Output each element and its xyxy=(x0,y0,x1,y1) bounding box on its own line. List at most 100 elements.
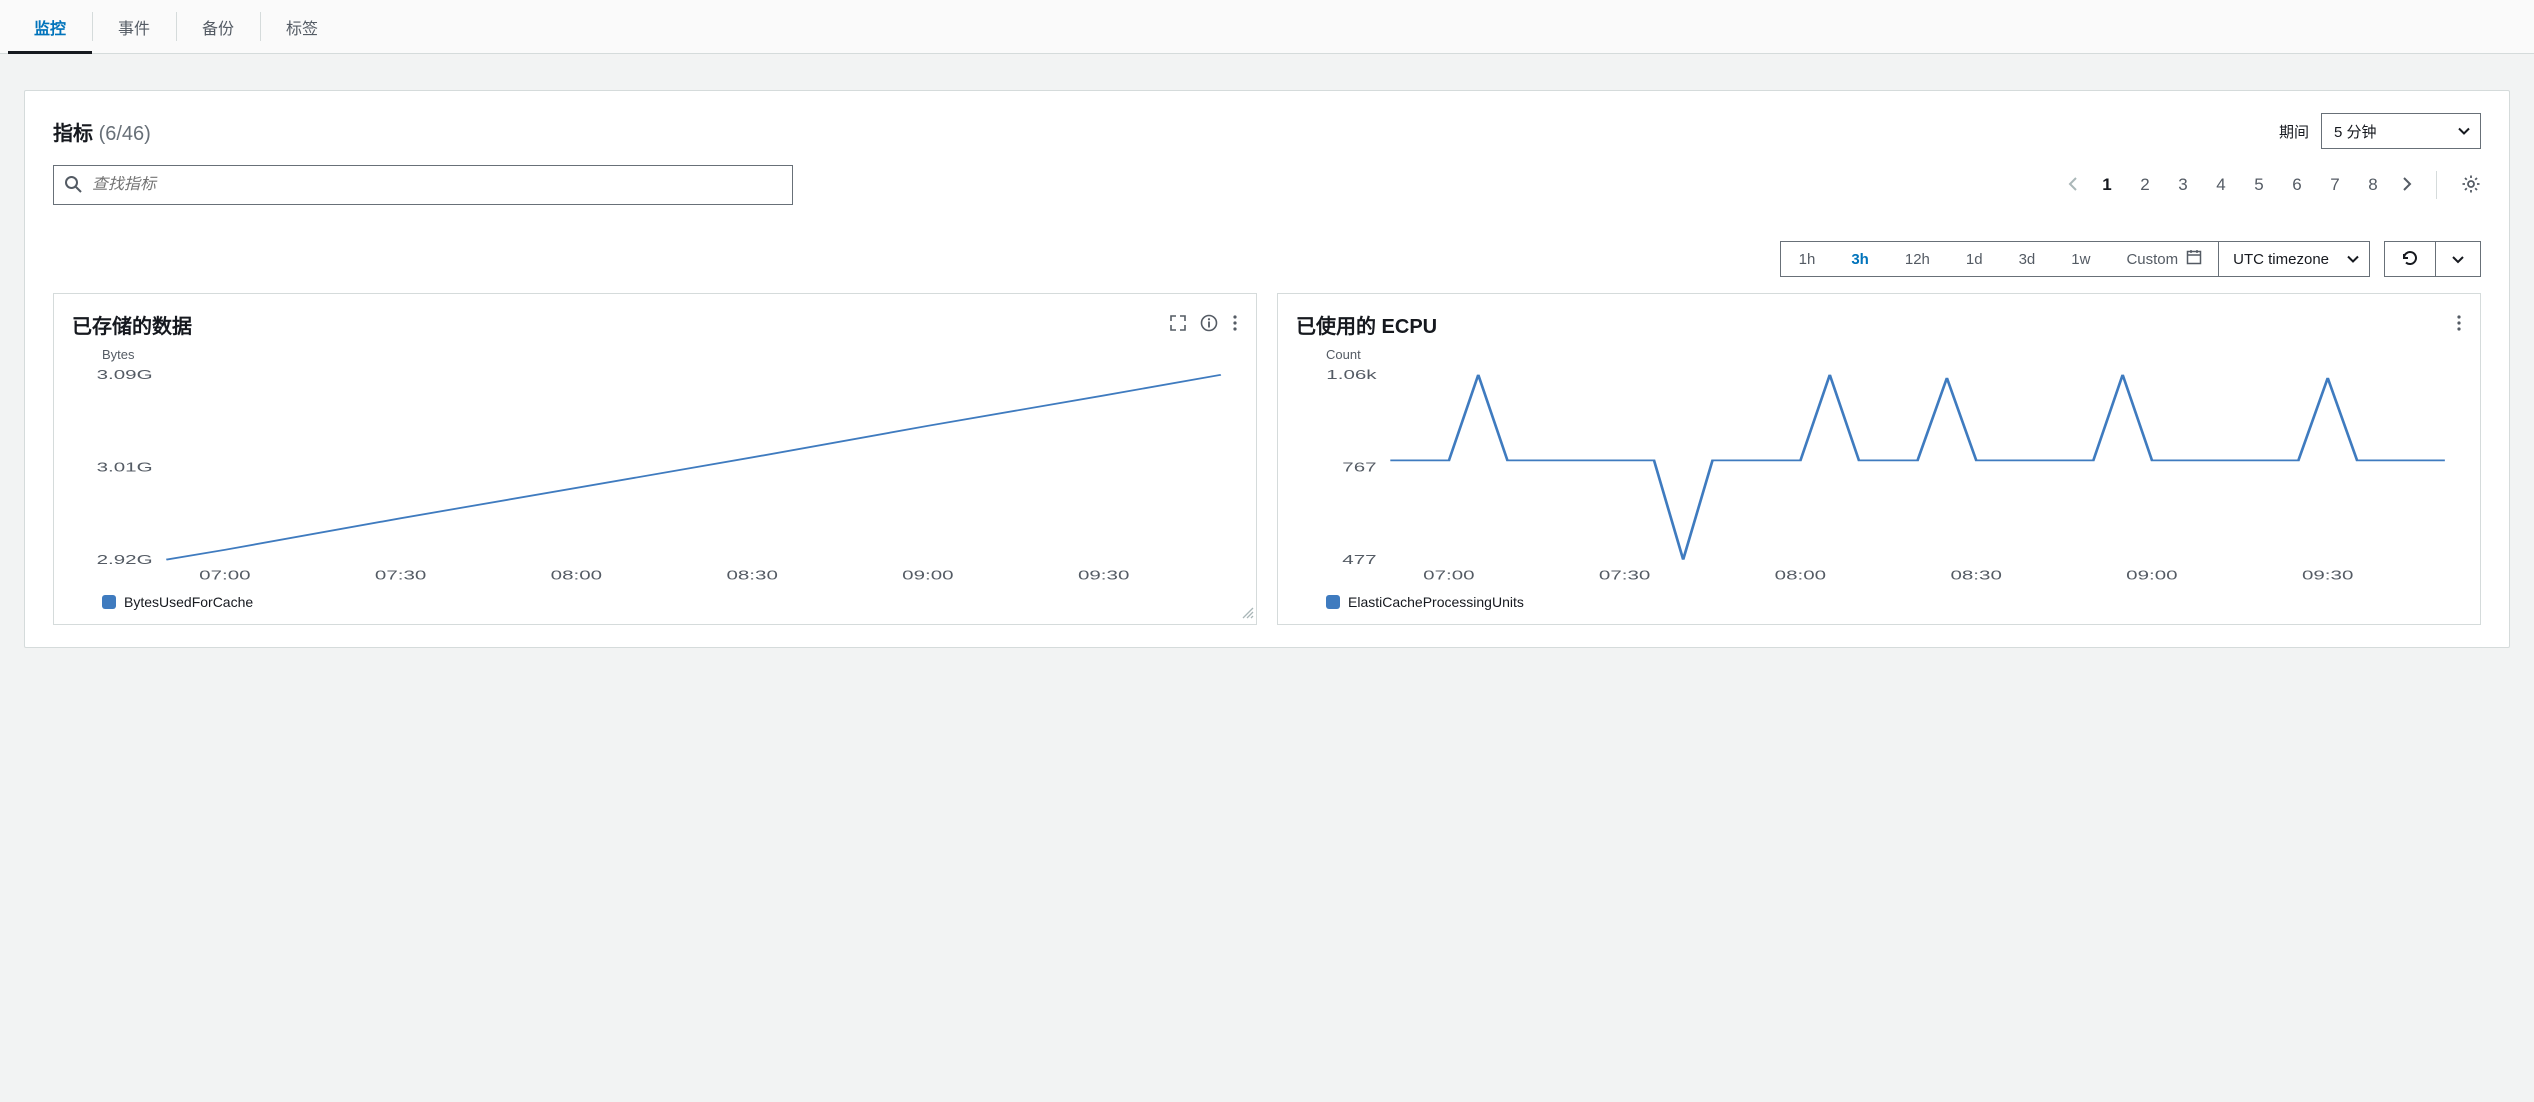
charts-grid: 已存储的数据 Bytes 2.92G 3.01G 3.09G 07:00 07:30 08… xyxy=(25,287,2509,647)
metrics-panel: 指标 (6/46) 期间 5 分钟 1 2 3 xyxy=(24,90,2510,648)
legend-label: BytesUsedForCache xyxy=(124,594,253,610)
caret-down-icon xyxy=(2452,251,2464,267)
period-select[interactable]: 5 分钟 xyxy=(2321,113,2481,149)
svg-text:09:00: 09:00 xyxy=(902,567,953,582)
chart-ylabel: Count xyxy=(1326,347,2462,362)
page-prev-icon[interactable] xyxy=(2068,176,2078,195)
panel-title-text: 指标 xyxy=(53,123,93,145)
search-box[interactable] xyxy=(53,165,793,205)
page-number[interactable]: 5 xyxy=(2250,175,2268,195)
svg-text:08:30: 08:30 xyxy=(1950,567,2001,582)
period-selector-wrap: 期间 5 分钟 xyxy=(2279,113,2481,149)
range-label: 3h xyxy=(1851,251,1869,268)
page-next-icon[interactable] xyxy=(2402,176,2412,195)
refresh-options-button[interactable] xyxy=(2436,241,2481,277)
page-number[interactable]: 7 xyxy=(2326,175,2344,195)
range-custom-label: Custom xyxy=(2126,251,2178,268)
svg-text:07:30: 07:30 xyxy=(375,567,426,582)
chart-title: 已使用的 ECPU xyxy=(1296,310,1437,339)
range-custom[interactable]: Custom xyxy=(2108,242,2218,276)
search-and-pager-row: 1 2 3 4 5 6 7 8 xyxy=(25,165,2509,223)
chart-canvas: 477 767 1.06k 07:00 07:30 08:00 08:30 09:00 09:3… xyxy=(1296,366,2462,586)
tab-label: 监控 xyxy=(34,15,66,39)
chart-canvas: 2.92G3.01G3.09G07:0007:3008:0008:3009:00… xyxy=(72,366,1238,586)
tab-tags[interactable]: 标签 xyxy=(260,0,344,53)
range-1d[interactable]: 1d xyxy=(1948,242,2001,276)
more-vert-icon[interactable] xyxy=(2456,314,2462,335)
page-number[interactable]: 2 xyxy=(2136,175,2154,195)
chart-legend: BytesUsedForCache xyxy=(102,594,1238,610)
page-number[interactable]: 6 xyxy=(2288,175,2306,195)
tab-monitoring[interactable]: 监控 xyxy=(8,0,92,53)
svg-text:767: 767 xyxy=(1342,459,1376,474)
range-3d[interactable]: 3d xyxy=(2001,242,2054,276)
chart-ylabel: Bytes xyxy=(102,347,1238,362)
resize-handle-icon[interactable] xyxy=(1241,605,1253,621)
range-1w[interactable]: 1w xyxy=(2053,242,2108,276)
svg-text:3.09G: 3.09G xyxy=(97,367,153,382)
svg-text:09:30: 09:30 xyxy=(2302,567,2353,582)
tabs-bar: 监控 事件 备份 标签 xyxy=(0,0,2534,54)
more-vert-icon[interactable] xyxy=(1232,314,1238,335)
refresh-button[interactable] xyxy=(2384,241,2436,277)
svg-text:07:00: 07:00 xyxy=(1423,567,1474,582)
tab-label: 事件 xyxy=(118,15,150,39)
caret-down-icon xyxy=(2458,123,2470,140)
svg-text:08:00: 08:00 xyxy=(551,567,602,582)
page-number[interactable]: 8 xyxy=(2364,175,2382,195)
chart-header: 已存储的数据 xyxy=(72,310,1238,339)
range-label: 1d xyxy=(1966,251,1983,268)
svg-text:08:00: 08:00 xyxy=(1775,567,1826,582)
range-12h[interactable]: 12h xyxy=(1887,242,1948,276)
range-label: 1h xyxy=(1799,251,1816,268)
timerange-toolbar: 1h 3h 12h 1d 3d 1w Custom UTC timezone xyxy=(25,223,2509,287)
period-value: 5 分钟 xyxy=(2334,121,2377,142)
page-number[interactable]: 3 xyxy=(2174,175,2192,195)
range-3h[interactable]: 3h xyxy=(1833,242,1887,276)
search-input[interactable] xyxy=(92,176,782,194)
legend-swatch xyxy=(102,595,116,609)
range-label: 12h xyxy=(1905,251,1930,268)
page-number[interactable]: 1 xyxy=(2098,175,2116,195)
range-label: 3d xyxy=(2019,251,2036,268)
chart-header: 已使用的 ECPU xyxy=(1296,310,2462,339)
period-label: 期间 xyxy=(2279,121,2309,142)
caret-down-icon xyxy=(2347,251,2359,268)
tab-label: 标签 xyxy=(286,15,318,39)
expand-icon[interactable] xyxy=(1170,315,1186,334)
search-icon xyxy=(64,175,82,196)
chart-title: 已存储的数据 xyxy=(72,310,192,339)
chart-header-icons xyxy=(2456,314,2462,335)
svg-text:3.01G: 3.01G xyxy=(97,459,153,474)
chart-legend: ElastiCacheProcessingUnits xyxy=(1326,594,2462,610)
range-1h[interactable]: 1h xyxy=(1781,242,1834,276)
pager-divider xyxy=(2436,171,2437,199)
range-label: 1w xyxy=(2071,251,2090,268)
svg-text:07:00: 07:00 xyxy=(199,567,250,582)
calendar-icon xyxy=(2186,249,2202,269)
panel-count: (6/46) xyxy=(99,123,151,145)
pager: 1 2 3 4 5 6 7 8 xyxy=(2068,171,2481,199)
svg-text:09:30: 09:30 xyxy=(1078,567,1129,582)
svg-text:2.92G: 2.92G xyxy=(97,552,153,567)
refresh-icon xyxy=(2401,249,2419,270)
tab-events[interactable]: 事件 xyxy=(92,0,176,53)
svg-text:477: 477 xyxy=(1342,552,1376,567)
chart-card-stored-data: 已存储的数据 Bytes 2.92G 3.01G 3.09G 07:00 07:30 08… xyxy=(53,293,1257,625)
timezone-select[interactable]: UTC timezone xyxy=(2219,241,2370,277)
svg-text:07:30: 07:30 xyxy=(1599,567,1650,582)
settings-gear-icon[interactable] xyxy=(2461,174,2481,197)
svg-text:09:00: 09:00 xyxy=(2126,567,2177,582)
legend-label: ElastiCacheProcessingUnits xyxy=(1348,594,1524,610)
timezone-value: UTC timezone xyxy=(2233,251,2329,268)
svg-text:1.06k: 1.06k xyxy=(1326,367,1377,382)
page-number[interactable]: 4 xyxy=(2212,175,2230,195)
info-icon[interactable] xyxy=(1200,314,1218,335)
panel-title: 指标 (6/46) xyxy=(53,117,151,146)
panel-header: 指标 (6/46) 期间 5 分钟 xyxy=(25,91,2509,165)
tab-backups[interactable]: 备份 xyxy=(176,0,260,53)
tab-label: 备份 xyxy=(202,15,234,39)
legend-swatch xyxy=(1326,595,1340,609)
chart-card-ecpu: 已使用的 ECPU Count 477 767 1.06k 07:00 07:30 08:… xyxy=(1277,293,2481,625)
chart-header-icons xyxy=(1170,314,1238,335)
